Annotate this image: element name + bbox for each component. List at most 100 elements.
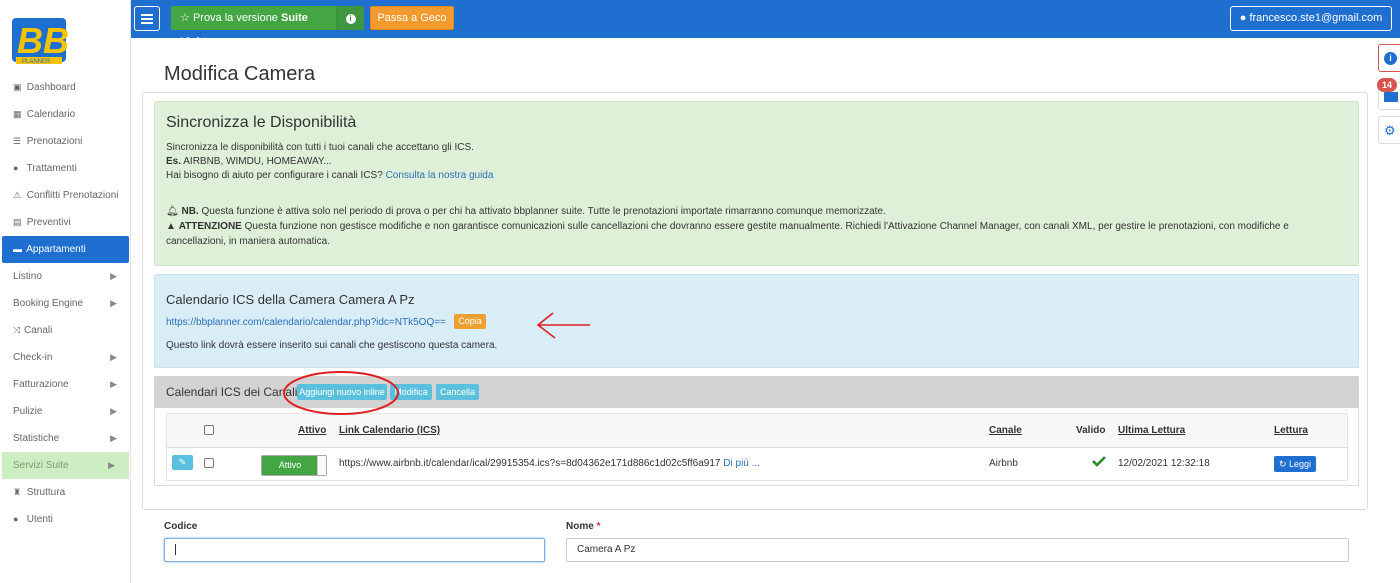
sync-availability-box: Sincronizza le Disponibilità Sincronizza… [154,101,1359,266]
user-account-button[interactable]: ● francesco.ste1@gmail.com [1230,6,1392,31]
refresh-icon: ↻ [1278,459,1287,469]
chevron-right-icon: ▶ [110,298,117,308]
document-icon: ▤ [13,217,22,227]
table-header: Attivo Link Calendario (ICS) Canale Vali… [167,414,1347,448]
sync-warning-text: Questa funzione non gestisce modifiche e… [241,221,1289,232]
sync-title: Sincronizza le Disponibilità [166,114,357,131]
copy-button[interactable]: Copia [454,314,486,329]
sidebar-item-label: Prenotazioni [26,136,83,147]
try-suite-light-button[interactable]: ☆ Prova la versione Suite Light i [171,6,364,48]
sidebar-item-label: Statistiche [13,433,60,444]
sidebar-item-appartamenti[interactable]: ▬ Appartamenti [2,236,129,263]
active-toggle[interactable]: Attivo [261,455,327,476]
calendar-icon: ▦ [13,109,22,119]
settings-tab[interactable]: ⚙ [1378,116,1400,144]
sidebar-item-label: Check-in [13,352,53,363]
sidebar-item-prenotazioni[interactable]: ☰ Prenotazioni [0,128,131,155]
sidebar-item-trattamenti[interactable]: ● Trattamenti [0,155,131,182]
sidebar-item-conflitti[interactable]: ⚠ Conflitti Prenotazioni [0,182,131,209]
delete-button[interactable]: Cancella [436,384,479,400]
sidebar-item-listino[interactable]: Listino ▶ [0,263,131,290]
row-checkbox[interactable] [204,458,214,468]
room-ics-note: Questo link dovrà essere inserito sui ca… [166,340,498,351]
gears-icon: ⚙ [1384,123,1396,138]
room-ics-title: Calendario ICS della Camera Camera A Pz [166,292,415,307]
suite-info-button[interactable]: i [336,6,364,30]
valid-check-icon [1092,456,1106,467]
channel-name: Airbnb [989,458,1018,469]
sidebar: BB PLANNER ▣ Dashboard ▦ Calendario ☰ Pr… [0,0,131,583]
info-icon: i [1384,52,1397,65]
toggle-label: Attivo [262,456,318,475]
edit-row-button[interactable]: ✎ [172,455,193,470]
sync-warning-cont: cancellazioni, in maniera automatica. [166,236,330,247]
sidebar-item-label: Servizi Suite [13,460,69,471]
sidebar-item-pulizie[interactable]: Pulizie ▶ [0,398,131,425]
channel-link-cell: https://www.airbnb.it/calendar/ical/2991… [339,458,760,469]
messages-count-badge: 14 [1377,78,1397,92]
bbplanner-logo[interactable]: BB PLANNER [10,10,68,68]
info-tab[interactable]: i [1378,44,1400,72]
star-icon: ☆ [180,12,190,24]
sidebar-item-utenti[interactable]: ● Utenti [0,506,131,533]
sidebar-nav: ▣ Dashboard ▦ Calendario ☰ Prenotazioni … [0,74,131,533]
chevron-right-icon: ▶ [110,352,117,362]
name-input[interactable]: Camera A Pz [566,538,1349,562]
sidebar-item-struttura[interactable]: ♜ Struttura [0,479,131,506]
add-inline-button[interactable]: Aggiungi nuovo inline [297,384,387,400]
sidebar-item-dashboard[interactable]: ▣ Dashboard [0,74,131,101]
sync-warning-label: ATTENZIONE [178,221,242,232]
chevron-right-icon: ▶ [108,460,115,470]
code-input[interactable] [164,538,545,562]
room-ics-link[interactable]: https://bbplanner.com/calendario/calenda… [166,317,446,328]
sidebar-item-preventivi[interactable]: ▤ Preventivi [0,209,131,236]
read-label: Leggi [1289,459,1312,469]
switch-to-geco-button[interactable]: Passa a Geco [370,6,454,30]
guide-link[interactable]: Consulta la nostra guida [386,170,494,181]
chevron-right-icon: ▶ [110,406,117,416]
code-label: Codice [164,521,198,532]
sidebar-item-calendario[interactable]: ▦ Calendario [0,101,131,128]
sync-nb-text: Questa funzione è attiva solo nel period… [198,206,886,217]
sidebar-item-statistiche[interactable]: Statistiche ▶ [0,425,131,452]
sidebar-item-label: Dashboard [26,82,76,93]
sidebar-item-servizi-suite[interactable]: Servizi Suite ▶ [2,452,129,479]
edit-icon: ✎ [178,457,187,467]
hamburger-line [141,14,153,16]
hamburger-line [141,18,153,20]
sidebar-item-label: Booking Engine [13,298,84,309]
edit-button[interactable]: Modifica [390,384,432,400]
sidebar-item-label: Fatturazione [13,379,69,390]
sidebar-item-fatturazione[interactable]: Fatturazione ▶ [0,371,131,398]
sidebar-item-booking-engine[interactable]: Booking Engine ▶ [0,290,131,317]
sidebar-item-label: Calendario [26,109,76,120]
sync-example-label: Es. [166,156,182,167]
name-label-text: Nome [566,521,594,532]
col-read[interactable]: Lettura [1274,425,1308,436]
col-active[interactable]: Attivo [298,425,326,436]
sidebar-item-label: Conflitti Prenotazioni [26,190,119,201]
info-icon: i [345,14,356,24]
hamburger-menu-button[interactable] [134,6,160,31]
col-link[interactable]: Link Calendario (ICS) [339,425,440,436]
channel-calendars-table: Attivo Link Calendario (ICS) Canale Vali… [166,413,1348,481]
sidebar-item-canali[interactable]: ⤨ Canali [0,317,131,344]
bed-icon: ▬ [13,244,22,254]
sync-nb: 🔔︎ NB. Questa funzione è attiva solo nel… [166,206,886,217]
svg-text:PLANNER: PLANNER [22,59,51,65]
more-link[interactable]: Di più ... [723,458,760,469]
user-email: francesco.ste1@gmail.com [1249,12,1383,24]
chevron-right-icon: ▶ [110,433,117,443]
user-icon: ● [13,514,19,524]
col-last-read[interactable]: Ultima Lettura [1118,425,1185,436]
col-channel[interactable]: Canale [989,425,1022,436]
col-valid: Valido [1076,425,1106,436]
dashboard-icon: ▣ [13,82,22,92]
select-all-checkbox[interactable] [204,425,214,435]
user-icon: ● [1239,12,1247,24]
chevron-right-icon: ▶ [110,271,117,281]
sidebar-item-check-in[interactable]: Check-in ▶ [0,344,131,371]
read-button[interactable]: ↻ Leggi [1274,456,1316,472]
shuffle-icon: ⤨ [13,325,21,335]
toggle-knob [317,456,326,475]
